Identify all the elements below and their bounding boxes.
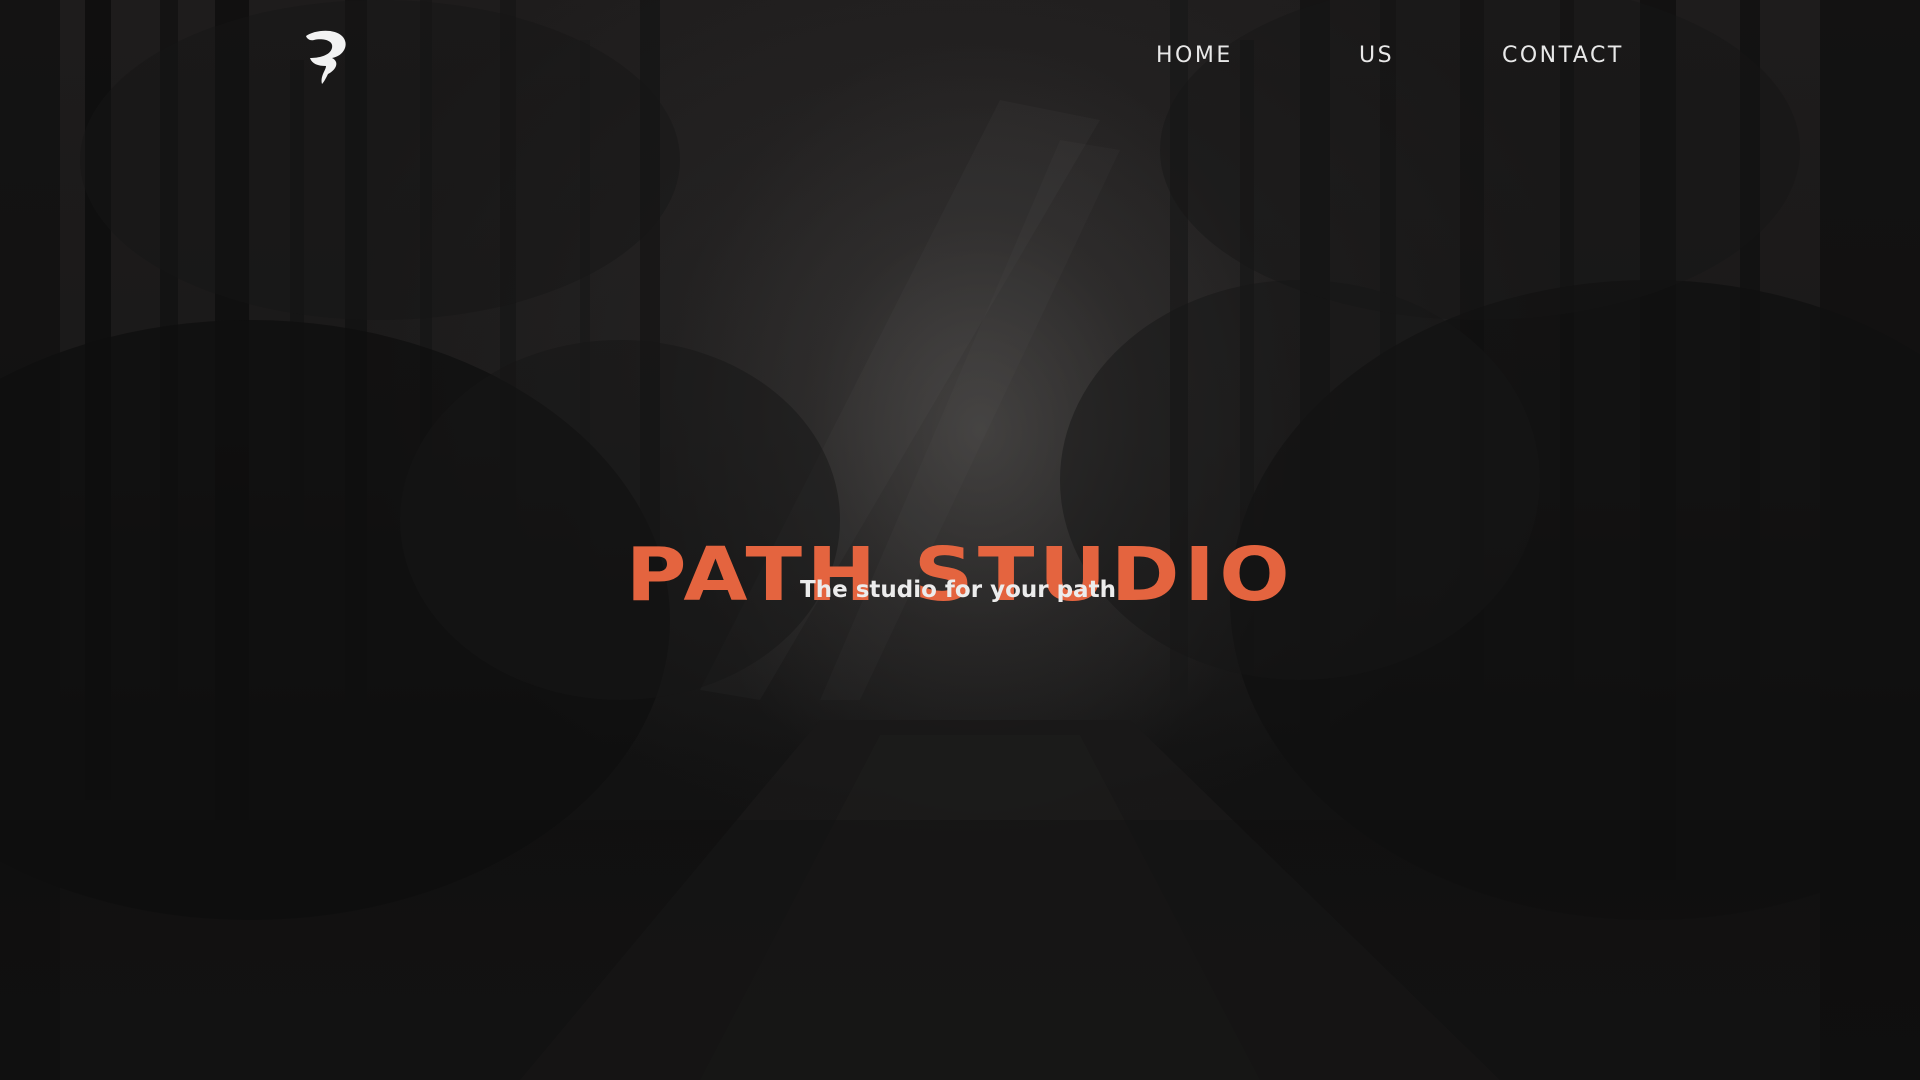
nav-link-contact[interactable]: CONTACT <box>1502 38 1624 74</box>
nav-link-home[interactable]: HOME <box>1156 38 1233 74</box>
landing-page: HOME US CONTACT PATH STUDIO The studio f… <box>0 0 1920 1080</box>
hero-subtitle: The studio for your path <box>800 577 1116 603</box>
nav-link-us[interactable]: US <box>1359 38 1394 74</box>
path-studio-logo-icon[interactable] <box>300 28 352 86</box>
